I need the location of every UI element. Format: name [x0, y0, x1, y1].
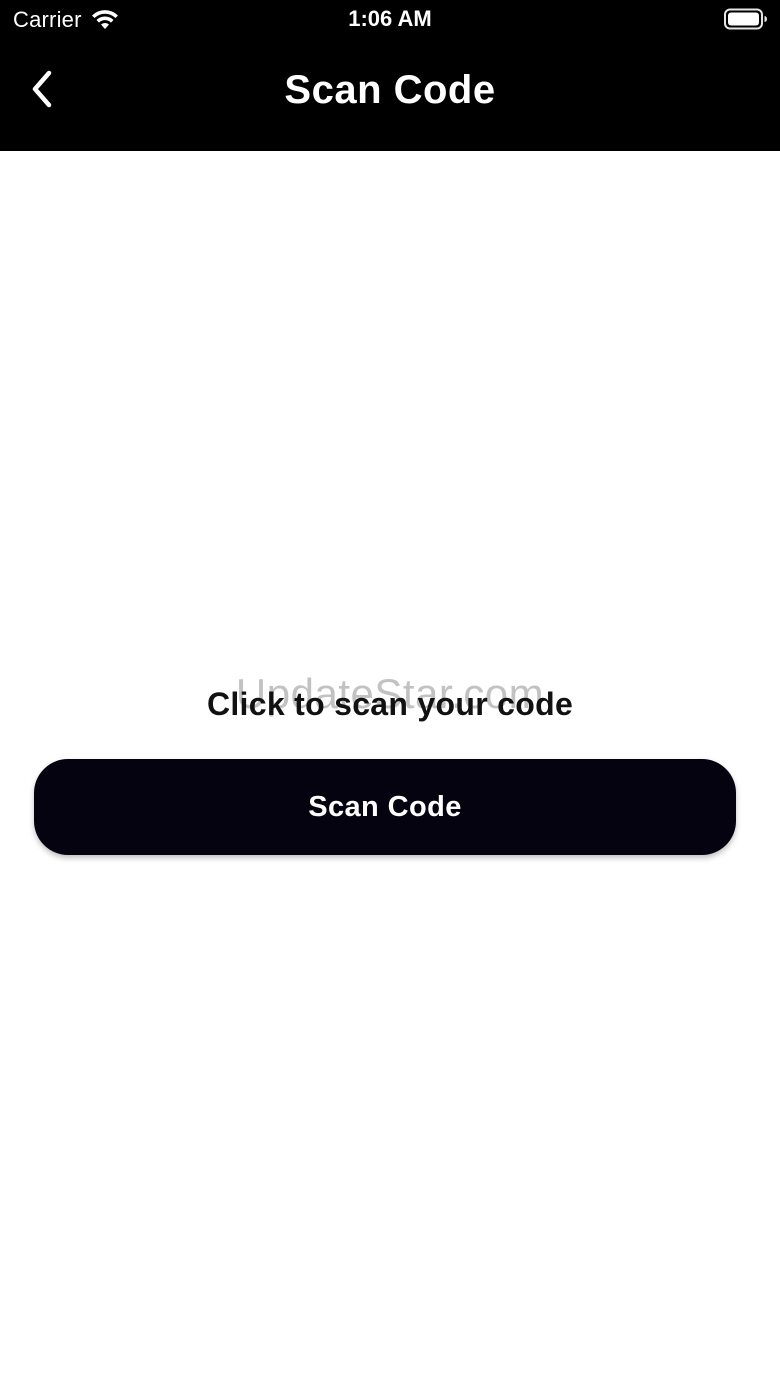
page-title: Scan Code: [284, 68, 496, 112]
status-bar: Carrier 1:06 AM: [0, 0, 780, 40]
navigation-bar: Scan Code: [0, 40, 780, 151]
header: Carrier 1:06 AM Scan Code: [0, 0, 780, 151]
scan-code-button[interactable]: Scan Code: [34, 759, 736, 855]
battery-full-icon: [724, 8, 768, 30]
scan-prompt: Click to scan your code: [206, 686, 574, 722]
screen: Carrier 1:06 AM Scan Code UpdateStar.com…: [0, 0, 780, 1387]
scan-code-button-label: Scan Code: [308, 790, 462, 823]
status-time: 1:06 AM: [348, 6, 432, 31]
